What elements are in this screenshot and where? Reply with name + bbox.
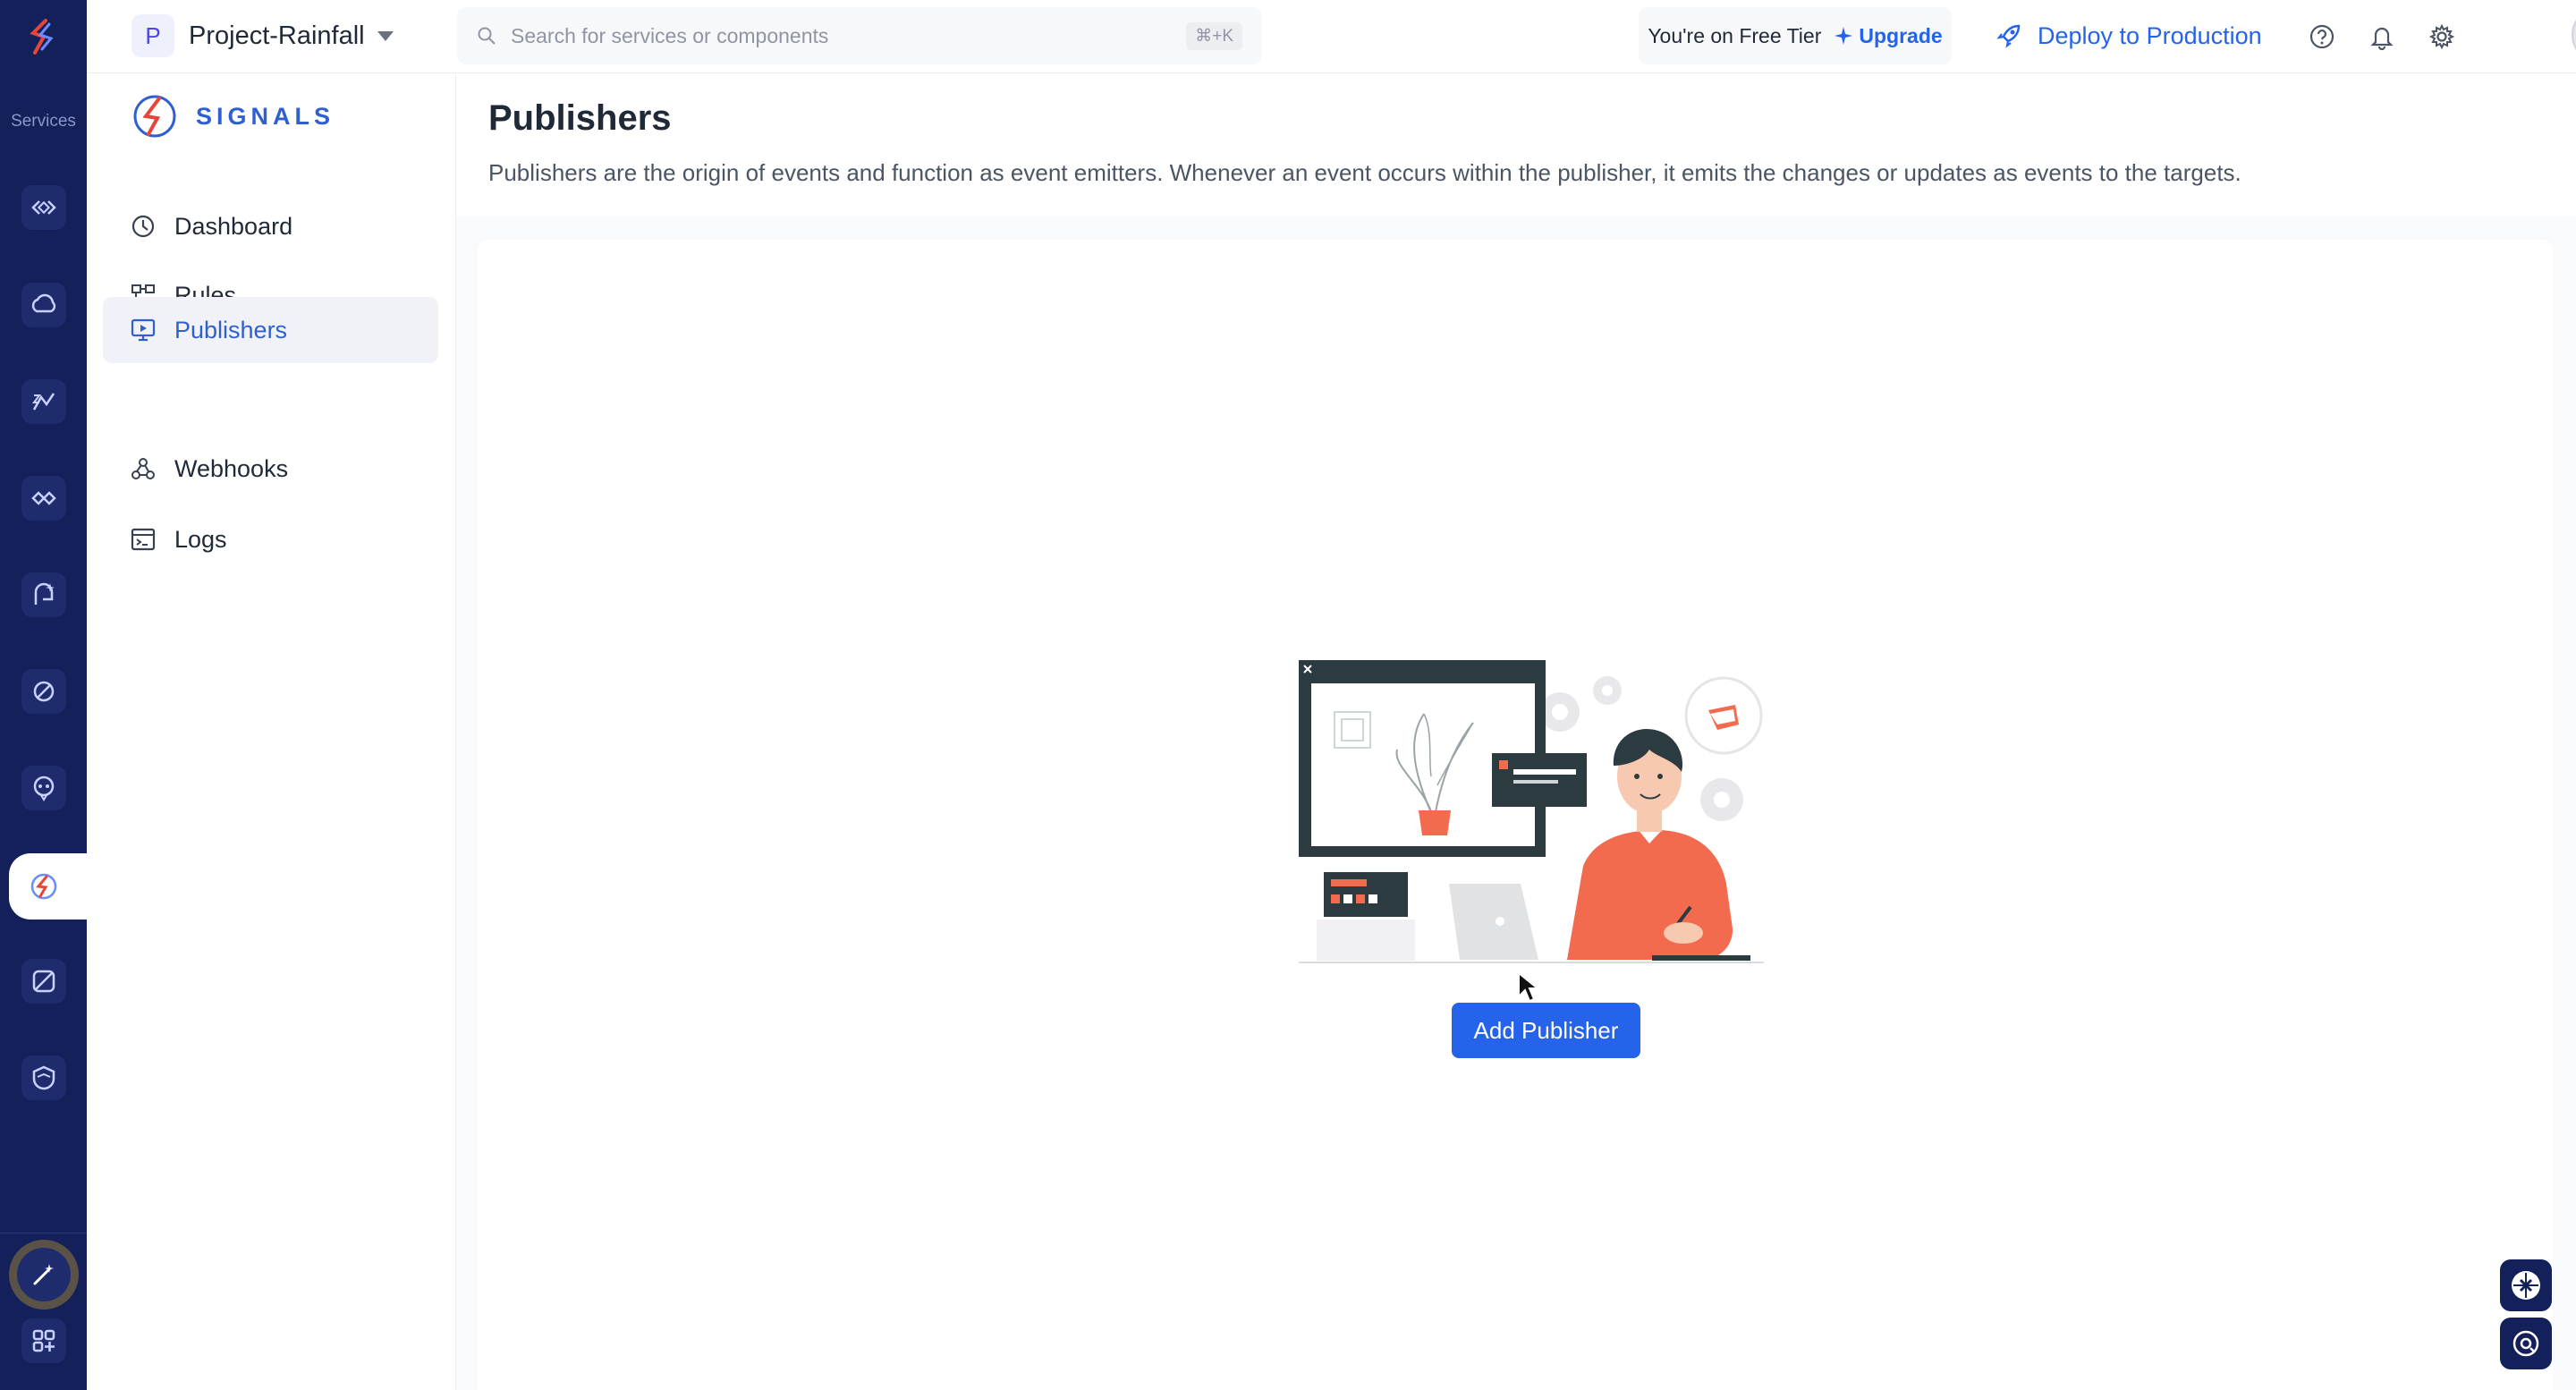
page-header: Publishers Publishers are the origin of …	[456, 73, 2576, 216]
sidebar-item-label: Publishers	[174, 316, 288, 343]
search-bar[interactable]: Search for services or components ⌘+K	[457, 7, 1262, 64]
project-switcher[interactable]: P Project-Rainfall	[131, 13, 394, 59]
dashboard-icon	[131, 215, 155, 238]
service-rail: Services	[0, 0, 87, 1390]
sidebar-item-label: Webhooks	[174, 454, 289, 482]
rail-pipelines-icon[interactable]	[21, 959, 66, 1004]
rail-cloud-functions-icon[interactable]	[21, 283, 66, 327]
search-shortcut: ⌘+K	[1186, 21, 1242, 50]
signals-brand: SIGNALS	[130, 91, 335, 141]
page-description: Publishers are the origin of events and …	[488, 159, 2241, 186]
rail-api-icon[interactable]	[21, 669, 66, 714]
sidebar-item-logs[interactable]: Logs	[103, 506, 438, 572]
mouse-cursor-icon	[1518, 971, 1538, 1003]
rail-bot-icon[interactable]	[21, 766, 66, 810]
project-name: Project-Rainfall	[189, 21, 365, 50]
webhooks-icon	[131, 458, 155, 479]
sparkle-icon	[1835, 27, 1853, 45]
upgrade-label: Upgrade	[1859, 23, 1943, 47]
sidebar-item-publishers[interactable]: Publishers	[103, 297, 438, 363]
rail-ai-icon[interactable]	[21, 572, 66, 617]
sidebar-item-webhooks[interactable]: Webhooks	[103, 436, 438, 502]
search-icon	[478, 27, 496, 45]
support-chat-button[interactable]	[2500, 1318, 2552, 1369]
rail-security-icon[interactable]	[21, 1055, 66, 1100]
top-bar: P Project-Rainfall Search for services o…	[87, 0, 2576, 73]
signals-logo-icon	[133, 95, 176, 138]
empty-state-illustration	[1299, 660, 1764, 963]
search-input[interactable]: Search for services or components	[511, 24, 1186, 48]
notifications-bell-icon[interactable]	[2361, 16, 2402, 57]
rail-code-brackets-icon[interactable]	[21, 185, 66, 230]
rail-apps-grid-icon[interactable]	[21, 1318, 66, 1363]
rail-magic-wand-button[interactable]	[9, 1240, 79, 1309]
main-content: Publishers Publishers are the origin of …	[456, 73, 2576, 1390]
page-title: Publishers	[488, 98, 672, 138]
empty-state-card: Add Publisher	[478, 240, 2553, 1390]
tier-text: You're on Free Tier	[1648, 23, 1822, 47]
catalyst-logo-icon[interactable]	[20, 13, 68, 61]
logs-icon	[131, 528, 156, 551]
rail-analytics-icon[interactable]	[21, 379, 66, 424]
sidebar-item-dashboard[interactable]: Dashboard	[103, 193, 438, 259]
publishers-icon	[131, 318, 156, 342]
sidebar-item-label: Logs	[174, 525, 227, 553]
help-icon[interactable]	[2301, 16, 2343, 57]
rail-label: Services	[11, 112, 76, 131]
deploy-to-production-button[interactable]: Deploy to Production	[1996, 13, 2262, 59]
user-avatar[interactable]	[2572, 7, 2576, 63]
bug-icon	[2512, 1271, 2540, 1300]
rail-signals-icon[interactable]	[21, 864, 66, 909]
rail-integrations-icon[interactable]	[21, 476, 66, 521]
upgrade-link[interactable]: Upgrade	[1834, 23, 1943, 48]
tier-banner: You're on Free Tier Upgrade	[1639, 7, 1952, 64]
add-publisher-button[interactable]: Add Publisher	[1452, 1003, 1640, 1058]
project-avatar: P	[131, 14, 174, 57]
rocket-icon	[1996, 24, 2021, 48]
deploy-label: Deploy to Production	[2038, 21, 2262, 49]
chevron-down-icon	[377, 30, 394, 41]
signals-sidebar: SIGNALS Dashboard Rules Publishers Webho…	[87, 73, 456, 1390]
brand-name: SIGNALS	[196, 102, 335, 130]
settings-gear-icon[interactable]	[2421, 16, 2462, 57]
magic-wand-icon	[17, 1248, 71, 1301]
support-icon	[2512, 1330, 2539, 1357]
sidebar-item-label: Dashboard	[174, 212, 293, 240]
bug-report-button[interactable]	[2500, 1259, 2552, 1311]
